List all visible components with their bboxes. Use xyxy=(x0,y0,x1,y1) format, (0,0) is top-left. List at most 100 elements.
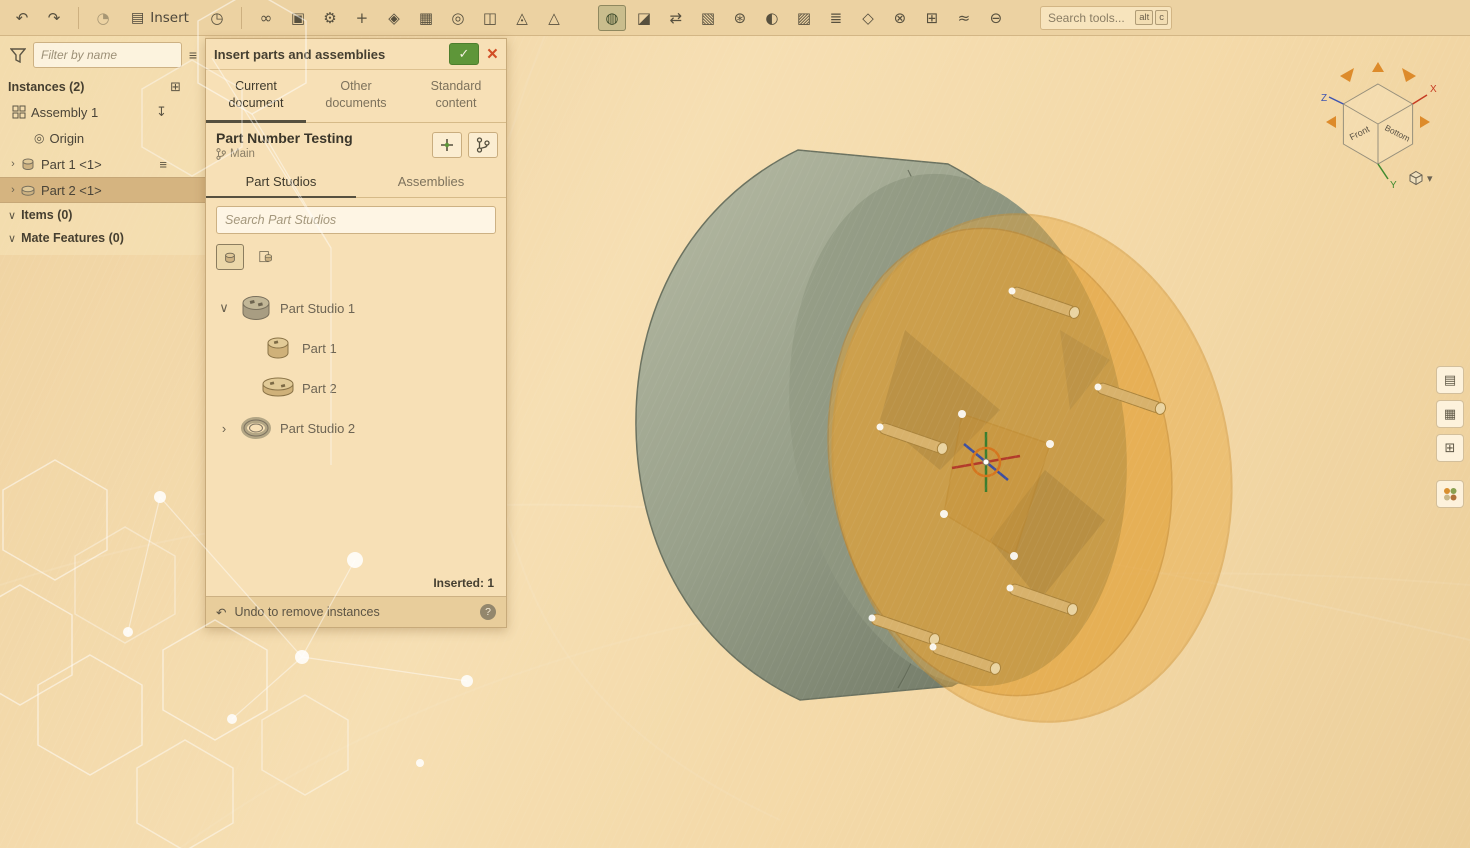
tab-label-line1: Standard xyxy=(406,78,506,95)
configurations-icon[interactable]: ⊛ xyxy=(726,5,754,31)
items-header[interactable]: ∨ Items (0) xyxy=(0,203,205,226)
tree-item-assembly-1[interactable]: Assembly 1 ↧ xyxy=(0,99,205,125)
color-swatch-icon xyxy=(1442,486,1458,502)
tab-part-studios[interactable]: Part Studios xyxy=(206,167,356,197)
linear-pattern-icon[interactable]: ▦ xyxy=(412,5,440,31)
tab-label-line1: Current xyxy=(206,78,306,95)
version-branch-icon xyxy=(476,137,490,153)
filter-row: ≡ xyxy=(0,36,205,74)
add-instance-icon[interactable]: ⊞ xyxy=(170,79,181,95)
z-axis xyxy=(1329,97,1343,104)
close-icon: × xyxy=(487,44,498,65)
chevron-right-icon[interactable]: › xyxy=(214,421,234,436)
filter-by-name-input[interactable] xyxy=(33,42,182,68)
tree-item-part-2[interactable]: › Part 2 <1> xyxy=(0,177,205,203)
tree-item-label: Assembly 1 xyxy=(31,105,98,120)
mate-relation-icon[interactable]: ⚙ xyxy=(316,5,344,31)
chevron-down-icon[interactable]: ∨ xyxy=(8,232,16,245)
tree-item-origin[interactable]: ◎ Origin xyxy=(0,125,205,151)
tree-item-part-2[interactable]: Part 2 xyxy=(206,368,506,408)
undo-footer[interactable]: ↶ Undo to remove instances ? xyxy=(206,596,506,627)
view-cube-home-button[interactable]: ▾ xyxy=(1408,170,1433,186)
pattern-icon[interactable]: ▧ xyxy=(694,5,722,31)
history-icon[interactable]: ◷ xyxy=(203,5,231,31)
assembly-icon xyxy=(12,105,26,119)
simulation-icon[interactable]: ≈ xyxy=(950,5,978,31)
mate-list-icon[interactable]: ≡ xyxy=(159,157,167,172)
confirm-button[interactable]: ✓ xyxy=(449,43,479,65)
y-axis-label: Y xyxy=(1390,180,1397,191)
interference-icon[interactable]: ⊗ xyxy=(886,5,914,31)
chevron-right-icon[interactable]: › xyxy=(6,184,20,196)
parts-list-icon[interactable]: ▦ xyxy=(1436,400,1464,428)
redo-icon[interactable]: ↷ xyxy=(40,5,68,31)
appearance-panel-icon[interactable] xyxy=(1436,480,1464,508)
named-positions-icon[interactable]: △ xyxy=(540,5,568,31)
appearance-icon[interactable]: ▨ xyxy=(790,5,818,31)
versions-button[interactable] xyxy=(468,132,498,158)
tab-label-line2: document xyxy=(206,95,306,112)
workspace-row[interactable]: Main xyxy=(216,148,353,160)
mirror-icon[interactable]: ◫ xyxy=(476,5,504,31)
replace-instance-icon[interactable]: ⇄ xyxy=(662,5,690,31)
cube-faces[interactable] xyxy=(1343,84,1412,164)
dialog-header: Insert parts and assemblies ✓ × xyxy=(206,39,506,70)
studio-tree: ∨ Part Studio 1 Part 1 Part 2 › Part Stu… xyxy=(206,278,506,448)
mate-connector-plus-icon xyxy=(439,137,455,153)
list-options-icon[interactable]: ≡ xyxy=(189,47,197,63)
mate-icon[interactable]: ∞ xyxy=(252,5,280,31)
replicate-icon[interactable]: ◈ xyxy=(380,5,408,31)
section-view-icon[interactable]: ◪ xyxy=(630,5,658,31)
chevron-right-icon[interactable]: › xyxy=(6,158,20,170)
chevron-down-icon[interactable]: ∨ xyxy=(214,300,234,316)
items-header-label: Items (0) xyxy=(21,208,72,222)
display-states-icon[interactable]: ◐ xyxy=(758,5,786,31)
undo-icon[interactable]: ↶ xyxy=(8,5,36,31)
close-button[interactable]: × xyxy=(487,45,498,64)
tree-item-part-1[interactable]: Part 1 xyxy=(206,328,506,368)
tree-item-label: Part 2 xyxy=(302,381,337,396)
mate-features-header-label: Mate Features (0) xyxy=(21,231,124,245)
insert-button[interactable]: ▤ Insert xyxy=(121,5,199,31)
x-axis-label: X xyxy=(1430,84,1437,95)
tab-other-documents[interactable]: Other documents xyxy=(306,70,406,122)
instances-header[interactable]: Instances (2) ⊞ xyxy=(0,74,205,99)
part-studio-icon xyxy=(234,293,278,323)
tree-item-part-studio-2[interactable]: › Part Studio 2 xyxy=(206,408,506,448)
filter-funnel-icon[interactable] xyxy=(10,48,26,63)
measure-icon[interactable]: ◇ xyxy=(854,5,882,31)
chevron-down-icon[interactable]: ∨ xyxy=(8,209,16,222)
mate-connector-icon[interactable]: + xyxy=(348,5,376,31)
frame-icon[interactable]: ⊞ xyxy=(918,5,946,31)
part-icon xyxy=(20,183,36,197)
tree-item-part-studio-1[interactable]: ∨ Part Studio 1 xyxy=(206,288,506,328)
filter-parts-button[interactable] xyxy=(216,244,244,270)
mate-features-header[interactable]: ∨ Mate Features (0) xyxy=(0,226,205,249)
tree-item-part-1[interactable]: › Part 1 <1> ≡ xyxy=(0,151,205,177)
search-part-studios-input[interactable] xyxy=(216,206,496,234)
view-cube[interactable]: Front Bottom Z X Y xyxy=(1302,42,1462,192)
help-icon[interactable]: ? xyxy=(480,604,496,620)
shortcut-badges: alt c xyxy=(1135,10,1168,25)
tab-assemblies[interactable]: Assemblies xyxy=(356,167,506,197)
group-icon[interactable]: ▣ xyxy=(284,5,312,31)
filter-part-studios-button[interactable] xyxy=(252,244,280,270)
tab-current-document[interactable]: Current document xyxy=(206,70,306,122)
fix-icon[interactable]: ↧ xyxy=(156,104,167,120)
tab-standard-content[interactable]: Standard content xyxy=(406,70,506,122)
bom-icon[interactable]: ≣ xyxy=(822,5,850,31)
circular-pattern-icon[interactable]: ◎ xyxy=(444,5,472,31)
part-studio-filter-icon xyxy=(259,249,273,265)
tree-item-label: Part 2 <1> xyxy=(41,183,102,198)
insert-part-studio-icon[interactable]: ◍ xyxy=(598,5,626,31)
insert-duplicate-icon[interactable]: ⊞ xyxy=(1436,434,1464,462)
studio-subtabs: Part Studios Assemblies xyxy=(206,167,506,198)
explode-icon[interactable]: ◬ xyxy=(508,5,536,31)
insert-mate-connector-button[interactable] xyxy=(432,132,462,158)
mass-properties-icon[interactable]: ⊖ xyxy=(982,5,1010,31)
document-panel-icon[interactable]: ▤ xyxy=(1436,366,1464,394)
rollback-icon[interactable]: ◔ xyxy=(89,5,117,31)
part-filter-icon xyxy=(223,250,237,265)
branch-icon xyxy=(216,148,226,160)
assembly-tree-panel: ≡ Instances (2) ⊞ Assembly 1 ↧ ◎ Origin … xyxy=(0,36,205,255)
